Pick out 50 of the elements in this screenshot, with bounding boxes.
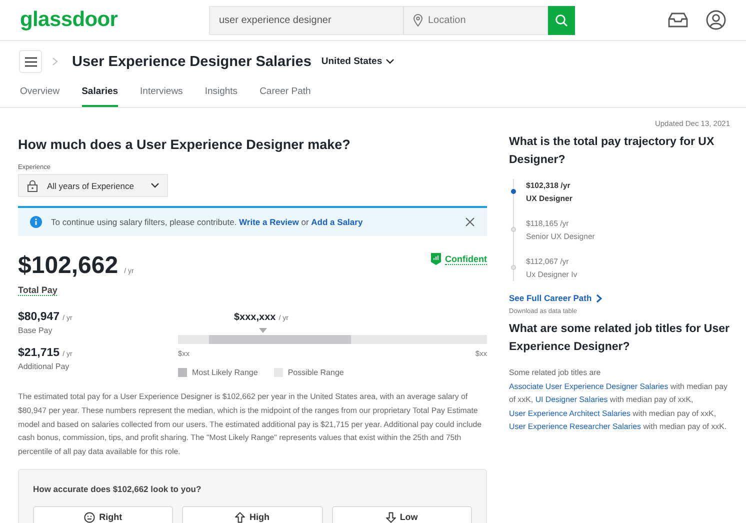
page-title: User Experience Designer Salaries [72,54,312,70]
chevron-right-icon [596,294,602,302]
arrow-down-icon [386,512,396,523]
feedback-button[interactable]: Right [33,506,174,523]
neutral-face-icon [84,512,96,523]
arrow-up-icon [235,512,246,523]
pay-label: Additional Pay [18,362,70,371]
nav-tab[interactable]: Salaries [82,82,118,107]
legend-swatch [274,368,283,377]
search-field[interactable]: user experience designer [209,6,404,34]
confidence-shield-icon [431,253,441,265]
lock-icon [27,180,38,192]
close-icon[interactable] [465,217,475,227]
feedback-button[interactable]: High [182,506,323,523]
info-message: To continue using salary filters, please contribute. Write a Review or Add a Salary [51,217,364,227]
chevron-right-icon [52,57,58,66]
section-heading: What is the total pay trajectory for UX Designer? [509,135,716,168]
nav-tab[interactable]: Career Path [260,82,311,107]
user-avatar-icon[interactable] [706,10,726,30]
total-pay-amount: $102,662 [18,252,118,280]
pay-amount: $80,947 [18,311,60,323]
feedback-button[interactable]: Low [332,506,472,523]
section-heading: What are some related job titles for User Experience Designer? [509,322,730,355]
search-icon [555,14,568,26]
inbox-icon[interactable] [668,12,688,28]
legend-label: Most Likely Range [192,368,258,377]
menu-icon [24,56,36,66]
contribute-link[interactable]: Add a Salary [311,217,363,227]
experience-dropdown[interactable]: All years of Experience [18,174,168,197]
menu-button[interactable] [19,50,42,73]
marker-triangle-icon [259,328,267,333]
legend-swatch [178,368,187,377]
pay-label: Base Pay [18,326,54,335]
caret-icon [386,59,394,64]
nav-tab[interactable]: Interviews [140,82,183,107]
pay-amount: $21,715 [18,347,60,359]
nav-tab[interactable]: Insights [204,82,238,107]
info-icon [30,216,42,228]
feedback-question: How accurate does $102,662 look to you? [33,484,202,494]
location-field[interactable]: Location [404,6,548,34]
section-heading: How much does a User Experience Designer make? [18,137,352,152]
legend-label: Possible Range [288,368,344,377]
career-path-link[interactable]: See Full Career Path [509,293,730,303]
total-pay-label: Total Pay [18,285,58,296]
country-dropdown[interactable]: United States [321,56,394,67]
search-button[interactable] [548,6,575,34]
caret-icon [151,183,159,188]
nav-tab[interactable]: Overview [20,82,60,107]
median-amount: $xxx,xxx [234,312,276,323]
contribute-link[interactable]: Write a Review [239,217,299,227]
